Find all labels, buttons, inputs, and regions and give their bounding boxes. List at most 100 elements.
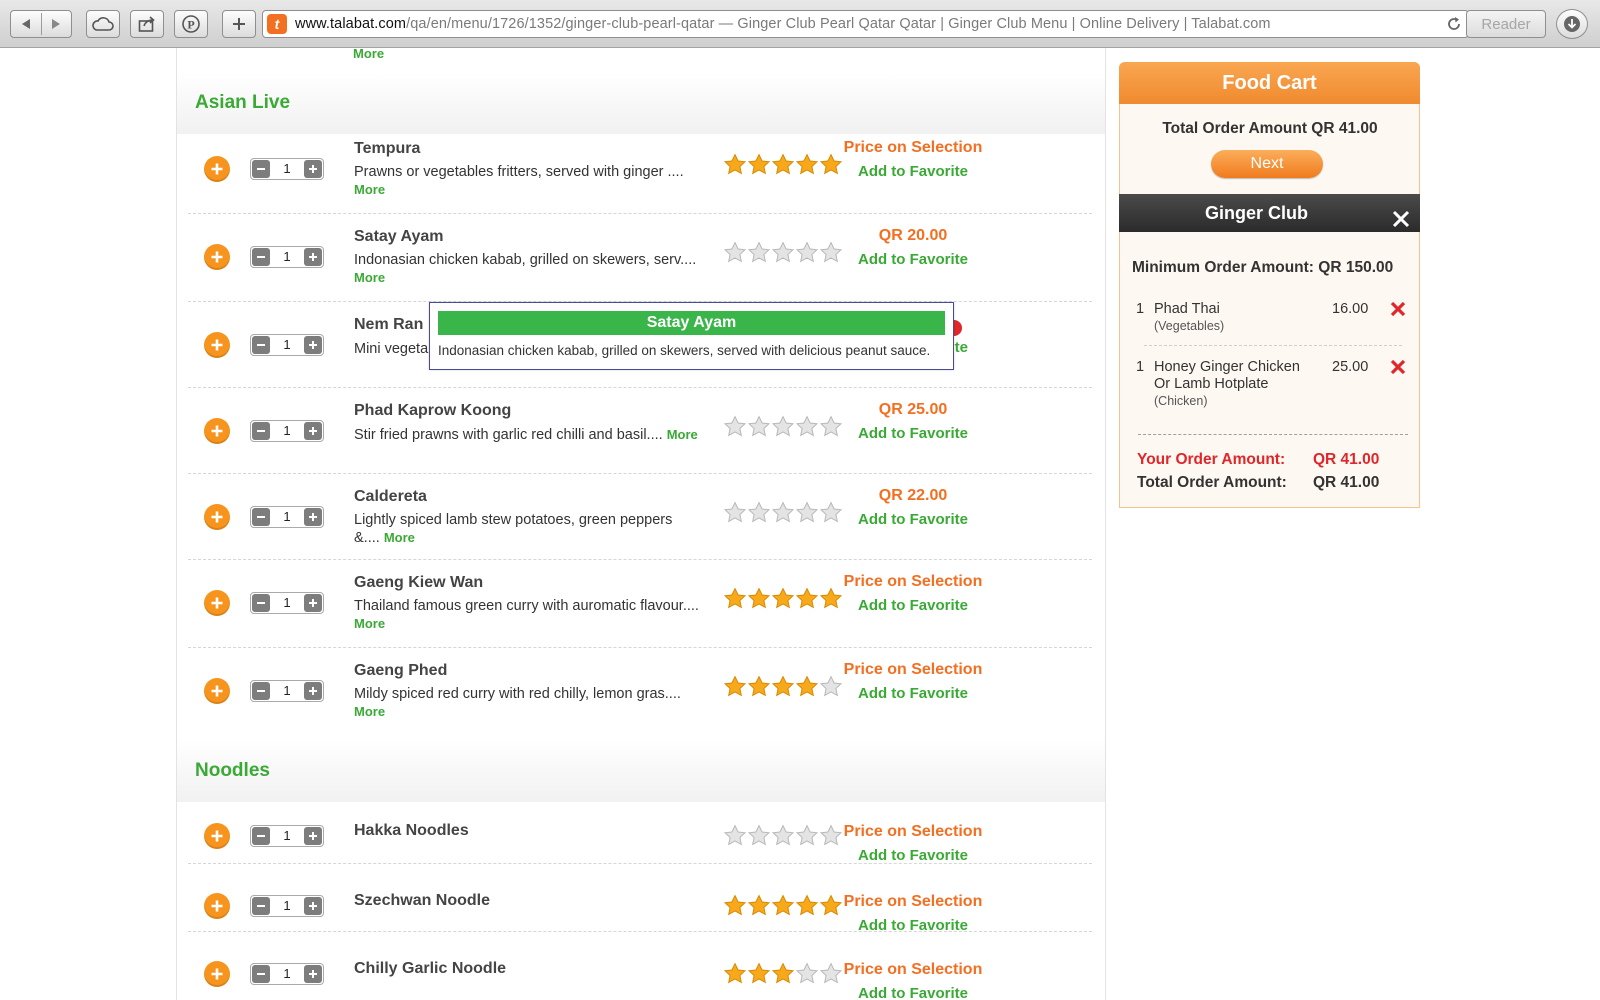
quantity-input[interactable] <box>271 826 303 846</box>
close-icon[interactable] <box>1392 203 1410 241</box>
star-filled-icon[interactable] <box>723 894 747 918</box>
decrease-qty-button[interactable] <box>252 422 270 440</box>
more-link[interactable]: More <box>354 704 385 719</box>
star-filled-icon[interactable] <box>771 894 795 918</box>
star-filled-icon[interactable] <box>747 962 771 986</box>
star-filled-icon[interactable] <box>723 153 747 177</box>
decrease-qty-button[interactable] <box>252 965 270 983</box>
more-link[interactable]: More <box>354 270 385 285</box>
decrease-qty-button[interactable] <box>252 594 270 612</box>
item-name[interactable]: Gaeng Kiew Wan <box>354 574 483 592</box>
star-filled-icon[interactable] <box>771 587 795 611</box>
decrease-qty-button[interactable] <box>252 160 270 178</box>
quantity-input[interactable] <box>271 964 303 984</box>
increase-qty-button[interactable] <box>304 248 322 266</box>
increase-qty-button[interactable] <box>304 897 322 915</box>
decrease-qty-button[interactable] <box>252 827 270 845</box>
star-empty-icon[interactable] <box>771 415 795 439</box>
forward-icon[interactable] <box>49 17 63 31</box>
quantity-input[interactable] <box>271 593 303 613</box>
more-link[interactable]: More <box>384 530 415 545</box>
star-empty-icon[interactable] <box>747 824 771 848</box>
star-filled-icon[interactable] <box>771 962 795 986</box>
item-name[interactable]: Szechwan Noodle <box>354 892 490 910</box>
top-more-link[interactable]: More <box>353 48 384 61</box>
item-name[interactable]: Nem Ran <box>354 316 423 334</box>
quantity-input[interactable] <box>271 421 303 441</box>
item-name[interactable]: Chilly Garlic Noodle <box>354 960 506 978</box>
star-filled-icon[interactable] <box>747 894 771 918</box>
more-link[interactable]: More <box>354 616 385 631</box>
item-name[interactable]: Phad Kaprow Koong <box>354 402 511 420</box>
add-to-favorite-link[interactable]: Add to Favorite <box>808 847 1018 864</box>
reload-icon[interactable] <box>1446 16 1462 37</box>
remove-icon[interactable] <box>1390 301 1406 322</box>
star-empty-icon[interactable] <box>723 415 747 439</box>
item-name[interactable]: Caldereta <box>354 488 427 506</box>
item-name[interactable]: Tempura <box>354 140 420 158</box>
add-to-favorite-link[interactable]: Add to Favorite <box>808 985 1018 1000</box>
share-button[interactable] <box>130 10 164 38</box>
item-name[interactable]: Satay Ayam <box>354 228 444 246</box>
star-filled-icon[interactable] <box>723 587 747 611</box>
decrease-qty-button[interactable] <box>252 897 270 915</box>
increase-qty-button[interactable] <box>304 682 322 700</box>
add-to-cart-button[interactable] <box>204 332 230 358</box>
star-filled-icon[interactable] <box>747 153 771 177</box>
add-to-favorite-link[interactable]: Add to Favorite <box>808 251 1018 268</box>
add-to-favorite-link[interactable]: Add to Favorite <box>808 685 1018 702</box>
star-empty-icon[interactable] <box>723 241 747 265</box>
star-empty-icon[interactable] <box>747 241 771 265</box>
icloud-tabs-button[interactable] <box>86 10 120 38</box>
back-icon[interactable] <box>19 17 33 31</box>
quantity-input[interactable] <box>271 681 303 701</box>
new-tab-button[interactable] <box>222 10 256 38</box>
star-empty-icon[interactable] <box>771 824 795 848</box>
increase-qty-button[interactable] <box>304 422 322 440</box>
add-to-favorite-link[interactable]: Add to Favorite <box>808 597 1018 614</box>
more-link[interactable]: More <box>667 427 698 442</box>
address-bar[interactable]: t www.talabat.com/qa/en/menu/1726/1352/g… <box>262 10 1469 38</box>
star-empty-icon[interactable] <box>747 415 771 439</box>
add-to-cart-button[interactable] <box>204 590 230 616</box>
add-to-favorite-link[interactable]: Add to Favorite <box>808 425 1018 442</box>
item-name[interactable]: Hakka Noodles <box>354 822 469 840</box>
next-button[interactable]: Next <box>1211 150 1323 178</box>
quantity-input[interactable] <box>271 335 303 355</box>
star-filled-icon[interactable] <box>771 153 795 177</box>
add-to-cart-button[interactable] <box>204 418 230 444</box>
star-empty-icon[interactable] <box>771 501 795 525</box>
increase-qty-button[interactable] <box>304 827 322 845</box>
star-filled-icon[interactable] <box>747 587 771 611</box>
add-to-cart-button[interactable] <box>204 156 230 182</box>
increase-qty-button[interactable] <box>304 508 322 526</box>
add-to-cart-button[interactable] <box>204 244 230 270</box>
decrease-qty-button[interactable] <box>252 682 270 700</box>
increase-qty-button[interactable] <box>304 160 322 178</box>
add-to-cart-button[interactable] <box>204 678 230 704</box>
decrease-qty-button[interactable] <box>252 248 270 266</box>
reader-button[interactable]: Reader <box>1466 10 1546 38</box>
star-filled-icon[interactable] <box>723 675 747 699</box>
add-to-favorite-link[interactable]: Add to Favorite <box>808 163 1018 180</box>
star-filled-icon[interactable] <box>747 675 771 699</box>
add-to-cart-button[interactable] <box>204 893 230 919</box>
star-filled-icon[interactable] <box>771 675 795 699</box>
item-name[interactable]: Gaeng Phed <box>354 662 447 680</box>
more-link[interactable]: More <box>354 182 385 197</box>
increase-qty-button[interactable] <box>304 594 322 612</box>
add-to-cart-button[interactable] <box>204 961 230 987</box>
add-to-favorite-link[interactable]: Add to Favorite <box>808 511 1018 528</box>
quantity-input[interactable] <box>271 896 303 916</box>
downloads-button[interactable] <box>1556 9 1588 39</box>
decrease-qty-button[interactable] <box>252 336 270 354</box>
star-empty-icon[interactable] <box>771 241 795 265</box>
quantity-input[interactable] <box>271 159 303 179</box>
quantity-input[interactable] <box>271 247 303 267</box>
remove-icon[interactable] <box>1390 359 1406 380</box>
quantity-input[interactable] <box>271 507 303 527</box>
add-to-cart-button[interactable] <box>204 823 230 849</box>
increase-qty-button[interactable] <box>304 965 322 983</box>
pinterest-button[interactable]: P <box>174 10 208 38</box>
increase-qty-button[interactable] <box>304 336 322 354</box>
